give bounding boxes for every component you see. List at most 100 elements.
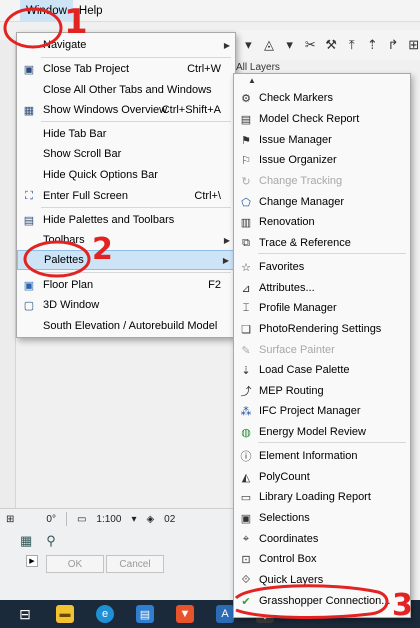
palette-item-painter[interactable]: ✎ Surface Painter (234, 340, 410, 360)
palette-item-selections[interactable]: ▣ Selections (234, 508, 410, 528)
palette-item-mep[interactable]: ⤴ MEP Routing (234, 381, 410, 401)
palette-item-renovation[interactable]: ▥ Renovation (234, 212, 410, 232)
grasshopper-icon: ✔ (241, 595, 251, 608)
menu-item-hide-quick-options[interactable]: Hide Quick Options Bar (17, 165, 235, 185)
dropdown-arrow-icon[interactable]: ▾ (283, 36, 296, 54)
status-row: ⊞ 0° ▭ 1:100 ▾ ◈ 02 (0, 509, 236, 529)
tracking-icon: ↻ (241, 175, 251, 188)
palette-item-trace[interactable]: ⧉ Trace & Reference (234, 233, 410, 253)
palette-item-star[interactable]: ☆ Favorites (234, 257, 410, 277)
store-icon[interactable]: ▤ (136, 605, 154, 623)
elevate-icon[interactable]: ⇡ (366, 36, 379, 54)
task-view-icon[interactable]: ⊟ (16, 605, 34, 623)
menu-item-label: Palettes (44, 254, 84, 266)
flag-icon: ⚐ (241, 154, 251, 167)
scissors-icon[interactable]: ✂ (304, 36, 317, 54)
edge-browser-icon[interactable]: e (96, 605, 114, 623)
menu-item-show-scroll-bar[interactable]: Show Scroll Bar (17, 144, 235, 164)
palette-item-label: MEP Routing (259, 385, 324, 397)
palette-item-label: Issue Organizer (259, 154, 337, 166)
menu-item-show-windows-overview[interactable]: ▦ Show Windows Overview Ctrl+Shift+A (17, 100, 235, 120)
magic-wand-icon[interactable]: ⚒ (325, 36, 338, 54)
grid-icon[interactable]: ▦ (20, 533, 32, 549)
menu-item-enter-full-screen[interactable]: ⛶ Enter Full Screen Ctrl+\ (17, 186, 235, 206)
report-icon: ▤ (240, 113, 252, 126)
palette-item-issue[interactable]: ⚑ Issue Manager (234, 130, 410, 150)
palette-item-label: Selections (259, 512, 310, 524)
expand-icon[interactable]: ⊞ (6, 514, 14, 525)
menu-item-3d-window[interactable]: ▢ 3D Window (17, 295, 235, 315)
menu-item-floor-plan[interactable]: ▣ Floor Plan F2 (17, 275, 235, 295)
menu-item-toolbars[interactable]: Toolbars ▶ (17, 230, 235, 250)
shape-tool-icon[interactable]: ◬ (263, 36, 276, 54)
archicad-icon[interactable]: A (216, 605, 234, 623)
file-explorer-icon[interactable]: ▬ (56, 605, 74, 623)
menu-item-navigate[interactable]: Navigate ▶ (17, 35, 235, 55)
palette-item-label: Load Case Palette (259, 364, 350, 376)
menu-item-hide-tab-bar[interactable]: Hide Tab Bar (17, 124, 235, 144)
play-icon[interactable]: ▶ (26, 555, 38, 567)
palette-item-ifc[interactable]: ⁂ IFC Project Manager (234, 401, 410, 421)
grid-move-icon[interactable]: ⊞ (407, 36, 420, 54)
submenu-arrow-icon: ▶ (223, 235, 230, 245)
divider (41, 121, 231, 122)
curve-arrow-icon[interactable]: ↱ (387, 36, 400, 54)
palette-item-label: Model Check Report (259, 113, 360, 125)
palette-item-label: Surface Painter (259, 344, 335, 356)
angle-value[interactable]: 0° (46, 514, 56, 525)
scale-value[interactable]: 1:100 (96, 514, 121, 525)
ruler-icon: ▭ (76, 513, 87, 525)
palette-item-tracking[interactable]: ↻ Change Tracking (234, 171, 410, 191)
palette-item-check-markers[interactable]: ⚙ Check Markers (234, 88, 410, 108)
layers-stack-icon: ◈ (146, 513, 155, 525)
control-box-icon: ⊡ (241, 553, 251, 566)
menu-item-palettes[interactable]: Palettes ▶ (17, 250, 235, 270)
palette-item-label: Coordinates (259, 533, 319, 545)
menu-item-south-elevation[interactable]: South Elevation / Autorebuild Model (17, 316, 235, 336)
brave-browser-icon[interactable]: ▼ (176, 605, 194, 623)
palette-item-control-box[interactable]: ⊡ Control Box (234, 549, 410, 569)
move-up-icon[interactable]: ⤒ (345, 36, 358, 54)
cancel-button[interactable]: Cancel (106, 555, 164, 573)
palette-item-label: PolyCount (259, 471, 310, 483)
palette-item-polycount[interactable]: ◭ PolyCount (234, 467, 410, 487)
menu-item-close-tab-project[interactable]: ▣ Close Tab Project Ctrl+W (17, 59, 235, 79)
menu-item-label: Toolbars (43, 234, 85, 246)
profile-icon: ⌶ (242, 301, 250, 314)
palettes-submenu: ▲ ⚙ Check Markers ▤ Model Check Report ⚑ Issu… (233, 73, 411, 618)
scroll-up-arrow-icon[interactable]: ▲ (234, 76, 410, 85)
palette-item-library[interactable]: ▭ Library Loading Report (234, 487, 410, 507)
palette-item-info[interactable]: ⓘ Element Information (234, 446, 410, 466)
full-screen-icon: ⛶ (25, 189, 33, 202)
dropdown-arrow-icon[interactable]: ▾ (131, 514, 136, 525)
palette-item-grasshopper[interactable]: ✔ Grasshopper Connection... (234, 591, 410, 611)
palette-item-label: IFC Project Manager (259, 405, 361, 417)
check-markers-icon: ⚙ (241, 92, 251, 105)
palette-item-coordinates[interactable]: ⌖ Coordinates (234, 529, 410, 549)
selections-icon: ▣ (240, 512, 252, 525)
palette-item-label: Change Tracking (259, 175, 343, 187)
palettes-toggle-icon: ▤ (23, 214, 35, 227)
ok-button[interactable]: OK (46, 555, 104, 573)
palette-item-profile[interactable]: ⌶ Profile Manager (234, 298, 410, 318)
palette-item-render[interactable]: ❏ PhotoRendering Settings (234, 319, 410, 339)
palette-item-flag[interactable]: ⚐ Issue Organizer (234, 150, 410, 170)
windows-overview-icon: ▦ (23, 104, 35, 117)
palette-item-attributes[interactable]: ⊿ Attributes... (234, 278, 410, 298)
palette-item-change[interactable]: ⬠ Change Manager (234, 192, 410, 212)
trace-icon: ⧉ (242, 236, 250, 249)
palette-item-layers[interactable]: ⟐ Quick Layers (234, 570, 410, 590)
palette-item-globe[interactable]: ◍ Energy Model Review (234, 422, 410, 442)
submenu-arrow-icon: ▶ (222, 255, 229, 265)
library-icon: ▭ (240, 491, 252, 504)
palette-item-load-case[interactable]: ⇣ Load Case Palette (234, 360, 410, 380)
layer-number[interactable]: 02 (164, 514, 175, 525)
annotation-number-two: 2 (92, 232, 113, 267)
dropdown-arrow-icon[interactable]: ▾ (242, 36, 255, 54)
menu-item-hide-palettes[interactable]: ▤ Hide Palettes and Toolbars (17, 210, 235, 230)
menu-item-close-all-tabs[interactable]: Close All Other Tabs and Windows (17, 80, 235, 100)
link-icon[interactable]: ⚲ (46, 533, 56, 549)
menu-item-label: Close Tab Project (43, 63, 130, 75)
palette-item-label: Issue Manager (259, 134, 332, 146)
palette-item-report[interactable]: ▤ Model Check Report (234, 109, 410, 129)
